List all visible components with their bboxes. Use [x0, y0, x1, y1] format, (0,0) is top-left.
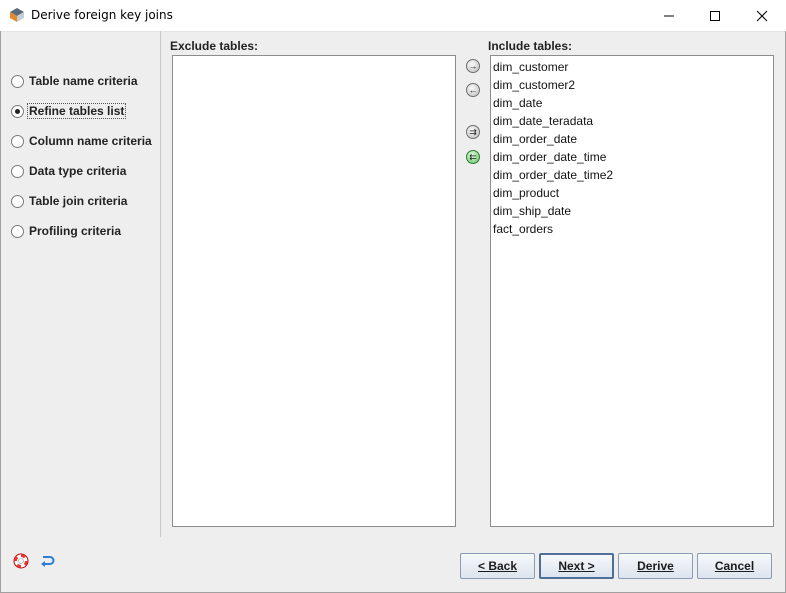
exclude-tables-list[interactable] — [172, 55, 456, 527]
double-arrow-left-icon[interactable]: ⇇ — [466, 150, 480, 164]
include-tables-label: Include tables: — [488, 39, 573, 53]
list-item[interactable]: dim_customer — [491, 58, 773, 76]
back-button[interactable]: < Back — [460, 553, 535, 579]
radio-table-join-criteria[interactable]: Table join criteria — [11, 192, 127, 210]
list-item[interactable]: dim_ship_date — [491, 202, 773, 220]
radio-data-type-criteria[interactable]: Data type criteria — [11, 162, 126, 180]
radio-column-name-criteria[interactable]: Column name criteria — [11, 132, 152, 150]
window-title: Derive foreign key joins — [31, 8, 173, 22]
radio-button-icon[interactable] — [11, 224, 24, 238]
close-icon[interactable] — [739, 0, 785, 31]
list-item[interactable]: dim_order_date_time — [491, 148, 773, 166]
radio-refine-tables-list[interactable]: Refine tables list — [11, 102, 127, 120]
radio-label: Data type criteria — [29, 164, 127, 178]
arrow-glyph: ⇉ — [469, 126, 477, 137]
include-tables-list[interactable]: dim_customer dim_customer2 dim_date dim_… — [490, 55, 774, 527]
radio-button-checked-icon[interactable] — [11, 104, 24, 118]
radio-table-name-criteria[interactable]: Table name criteria — [11, 72, 138, 90]
minimize-icon[interactable] — [646, 0, 692, 31]
radio-button-icon[interactable] — [11, 134, 24, 148]
double-arrow-right-icon[interactable]: ⇉ — [466, 125, 480, 139]
radio-profiling-criteria[interactable]: Profiling criteria — [11, 222, 121, 240]
radio-button-icon[interactable] — [11, 164, 24, 178]
radio-label: Refine tables list — [27, 103, 127, 119]
help-lifebuoy-icon[interactable] — [13, 553, 29, 569]
arrow-right-icon[interactable]: → — [466, 59, 480, 73]
arrow-glyph: → — [468, 60, 478, 71]
list-item[interactable]: dim_customer2 — [491, 76, 773, 94]
arrow-left-icon[interactable]: ← — [466, 83, 480, 97]
cancel-button[interactable]: Cancel — [697, 553, 772, 579]
radio-label: Table name criteria — [29, 74, 138, 88]
list-item[interactable]: dim_order_date_time2 — [491, 166, 773, 184]
derive-button[interactable]: Derive — [618, 553, 693, 579]
arrow-glyph: ⇇ — [469, 151, 477, 162]
list-item[interactable]: dim_product — [491, 184, 773, 202]
exclude-tables-label: Exclude tables: — [170, 39, 259, 53]
next-button[interactable]: Next > — [539, 553, 614, 579]
radio-button-icon[interactable] — [11, 194, 24, 208]
radio-label: Table join criteria — [29, 194, 128, 208]
arrow-glyph: ← — [468, 84, 478, 95]
list-item[interactable]: dim_order_date — [491, 130, 773, 148]
title-bar: Derive foreign key joins — [0, 0, 786, 32]
list-item[interactable]: dim_date — [491, 94, 773, 112]
radio-label: Profiling criteria — [29, 224, 122, 238]
radio-label: Column name criteria — [29, 134, 152, 148]
list-item[interactable]: fact_orders — [491, 220, 773, 238]
maximize-icon[interactable] — [692, 0, 738, 31]
list-item[interactable]: dim_date_teradata — [491, 112, 773, 130]
app-logo-icon — [9, 7, 25, 23]
radio-button-icon[interactable] — [11, 74, 24, 88]
undo-arrow-icon[interactable] — [39, 553, 55, 569]
